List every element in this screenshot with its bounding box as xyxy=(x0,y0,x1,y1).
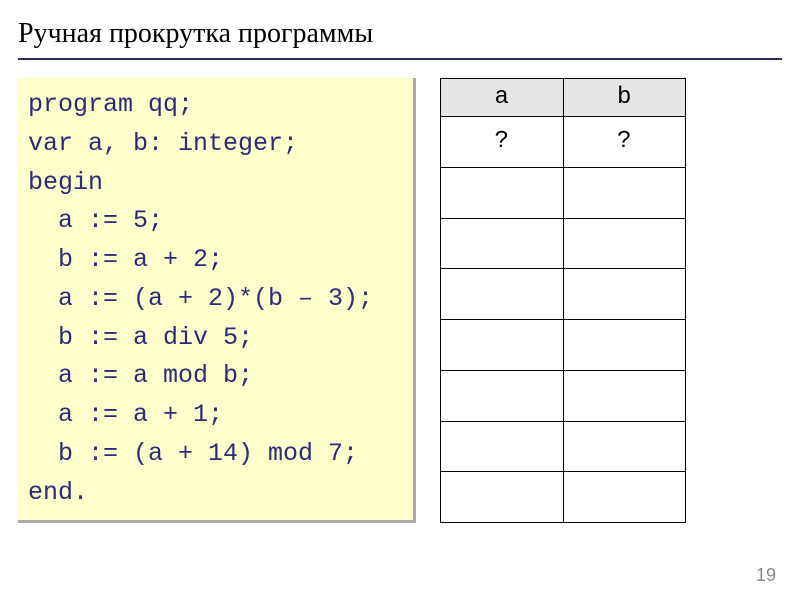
page-number: 19 xyxy=(756,565,776,586)
table-cell xyxy=(563,370,686,421)
table-row xyxy=(441,472,686,523)
table-cell xyxy=(563,472,686,523)
col-header-b: b xyxy=(563,79,686,117)
code-block: program qq; var a, b: integer; begin a :… xyxy=(18,78,416,523)
table-row xyxy=(441,370,686,421)
table-row xyxy=(441,218,686,269)
table-cell xyxy=(441,472,564,523)
table-cell xyxy=(563,269,686,320)
table-cell xyxy=(563,320,686,371)
table-cell xyxy=(563,218,686,269)
table-cell xyxy=(441,167,564,218)
table-cell: ? xyxy=(441,117,564,168)
table-cell xyxy=(563,421,686,472)
table-cell xyxy=(441,320,564,371)
table-row: ?? xyxy=(441,117,686,168)
table-row xyxy=(441,269,686,320)
table-row xyxy=(441,167,686,218)
table-row xyxy=(441,421,686,472)
table-cell xyxy=(563,167,686,218)
col-header-a: a xyxy=(441,79,564,117)
slide-title: Ручная прокрутка программы xyxy=(0,0,800,58)
table-cell xyxy=(441,218,564,269)
table-cell: ? xyxy=(563,117,686,168)
table-cell xyxy=(441,370,564,421)
trace-table: a b ?? xyxy=(440,78,686,523)
table-row xyxy=(441,320,686,371)
title-rule xyxy=(18,58,782,60)
content-row: program qq; var a, b: integer; begin a :… xyxy=(0,78,800,523)
table-cell xyxy=(441,269,564,320)
table-header-row: a b xyxy=(441,79,686,117)
table-cell xyxy=(441,421,564,472)
